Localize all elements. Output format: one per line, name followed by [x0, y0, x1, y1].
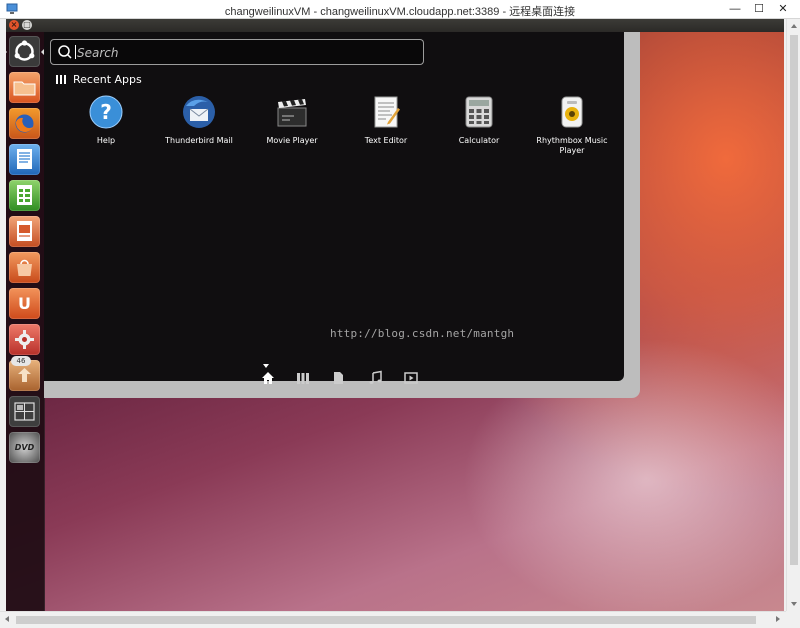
window-title: changweilinuxVM - changweilinuxVM.clouda…	[224, 6, 576, 18]
clapperboard-icon	[277, 99, 307, 127]
scroll-right-icon[interactable]	[776, 616, 780, 622]
minimize-button[interactable]: —	[724, 2, 746, 16]
app-rhythmbox[interactable]: Rhythmbox Music Player	[532, 94, 612, 156]
active-indicator	[6, 48, 7, 56]
watermark-url: http://blog.csdn.net/mantgh	[330, 327, 515, 340]
launcher-item-workspace-switcher[interactable]	[9, 396, 40, 427]
rhythmbox-icon	[561, 96, 583, 128]
launcher: U 46 DVD	[6, 32, 45, 611]
firefox-icon	[15, 114, 34, 133]
dvd-icon: DVD	[14, 443, 35, 452]
text-caret	[75, 45, 76, 59]
launcher-item-libreoffice-impress[interactable]	[9, 216, 40, 247]
app-label: Calculator	[458, 136, 500, 145]
active-lens-indicator	[263, 364, 269, 368]
recent-apps-heading: Recent Apps	[56, 72, 142, 86]
window-titlebar: changweilinuxVM - changweilinuxVM.clouda…	[0, 0, 800, 19]
lens-bar	[44, 364, 624, 392]
shopping-bag-icon	[17, 259, 32, 276]
app-calculator[interactable]: Calculator	[439, 94, 519, 146]
launcher-item-files[interactable]	[9, 72, 40, 103]
app-help[interactable]: ? Help	[66, 94, 146, 146]
horizontal-scrollbar[interactable]	[0, 611, 786, 628]
lens-home-icon[interactable]	[260, 370, 276, 386]
remote-desktop: × □ U 46 DVD Search Recent Apps ? Help T…	[6, 19, 784, 611]
app-label: Movie Player	[266, 136, 318, 145]
help-icon: ?	[89, 95, 123, 129]
vertical-scrollbar[interactable]	[786, 19, 800, 611]
dash-overlay: Recent Apps ? Help Thunderbird Mail	[44, 32, 624, 384]
ubuntu-logo-icon	[14, 40, 35, 61]
svg-text:?: ?	[100, 100, 112, 124]
impress-icon	[17, 221, 32, 241]
calculator-icon	[465, 96, 493, 128]
launcher-item-libreoffice-writer[interactable]	[9, 144, 40, 175]
search-input[interactable]	[75, 42, 409, 63]
lens-video-icon[interactable]	[403, 370, 419, 386]
launcher-item-ubuntu-one[interactable]: U	[9, 288, 40, 319]
lens-files-icon[interactable]	[330, 370, 346, 386]
search-icon	[58, 45, 72, 59]
lens-music-icon[interactable]	[367, 370, 383, 386]
text-editor-icon	[374, 96, 400, 128]
vertical-scroll-thumb[interactable]	[790, 35, 798, 565]
scroll-left-icon[interactable]	[5, 616, 9, 622]
launcher-item-system-settings[interactable]	[9, 324, 40, 355]
ubuntu-top-panel: × □	[6, 19, 784, 32]
scroll-up-icon[interactable]	[791, 24, 797, 28]
section-title: Recent Apps	[73, 72, 142, 86]
app-label: Help	[96, 136, 116, 145]
app-text-editor[interactable]: Text Editor	[346, 94, 426, 146]
gear-icon	[15, 330, 34, 349]
scroll-down-icon[interactable]	[791, 602, 797, 606]
launcher-item-dvd[interactable]: DVD	[9, 432, 40, 463]
thunderbird-icon	[183, 96, 215, 128]
close-button[interactable]: ✕	[772, 2, 794, 16]
writer-icon	[17, 149, 32, 169]
launcher-item-update-manager[interactable]: 46	[9, 356, 40, 391]
launcher-item-libreoffice-calc[interactable]	[9, 180, 40, 211]
calc-icon	[17, 185, 32, 205]
maximize-button[interactable]: ☐	[748, 2, 770, 16]
app-label: Thunderbird Mail	[165, 136, 233, 145]
update-count-badge: 46	[11, 356, 31, 366]
app-movie-player[interactable]: Movie Player	[252, 94, 332, 146]
folder-icon	[13, 81, 36, 96]
app-label: Rhythmbox Music Player	[536, 136, 608, 155]
applications-icon	[56, 75, 66, 84]
workspaces-icon	[14, 402, 35, 421]
lens-applications-icon[interactable]	[295, 370, 311, 386]
launcher-item-software-center[interactable]	[9, 252, 40, 283]
launcher-item-dash-home[interactable]	[9, 36, 40, 67]
launcher-item-firefox[interactable]	[9, 108, 40, 139]
ubuntu-one-icon: U	[18, 294, 31, 313]
dash-close-button[interactable]: ×	[9, 20, 19, 30]
app-label: Text Editor	[364, 136, 408, 145]
app-thunderbird[interactable]: Thunderbird Mail	[159, 94, 239, 146]
horizontal-scroll-thumb[interactable]	[16, 616, 756, 624]
search-box[interactable]	[50, 39, 424, 65]
dash-maximize-button[interactable]: □	[22, 20, 32, 30]
